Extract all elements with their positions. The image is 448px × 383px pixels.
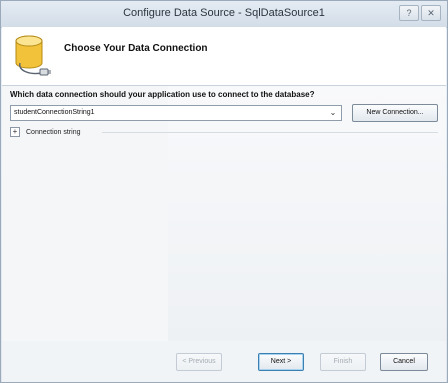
wizard-footer: < Previous Next > Finish Cancel [2, 341, 446, 382]
close-button[interactable]: ✕ [421, 5, 441, 21]
content-panel [168, 86, 446, 341]
help-button[interactable]: ? [399, 5, 419, 21]
database-icon [15, 35, 51, 76]
connection-dropdown[interactable]: studentConnectionString1 ⌄ [10, 105, 342, 121]
dialog-window: Configure Data Source - SqlDataSource1 ?… [0, 0, 448, 383]
wizard-header: Choose Your Data Connection [2, 27, 446, 86]
next-button[interactable]: Next > [258, 353, 304, 371]
title-bar[interactable]: Configure Data Source - SqlDataSource1 ?… [1, 1, 447, 28]
expander-divider [102, 132, 438, 133]
content-area: Which data connection should your applic… [2, 86, 446, 341]
finish-button[interactable]: Finish [320, 353, 366, 371]
title-buttons: ? ✕ [399, 5, 441, 21]
expand-plus-icon[interactable]: + [10, 127, 20, 137]
new-connection-button[interactable]: New Connection... [352, 104, 438, 122]
connection-string-expander[interactable]: + Connection string [10, 127, 80, 137]
chevron-down-icon[interactable]: ⌄ [327, 106, 339, 120]
page-title: Choose Your Data Connection [64, 43, 208, 54]
previous-button[interactable]: < Previous [176, 353, 222, 371]
cancel-button[interactable]: Cancel [380, 353, 428, 371]
connection-value: studentConnectionString1 [14, 109, 95, 116]
connection-string-label: Connection string [26, 128, 81, 136]
window-title: Configure Data Source - SqlDataSource1 [123, 7, 325, 19]
connection-question: Which data connection should your applic… [10, 90, 315, 99]
